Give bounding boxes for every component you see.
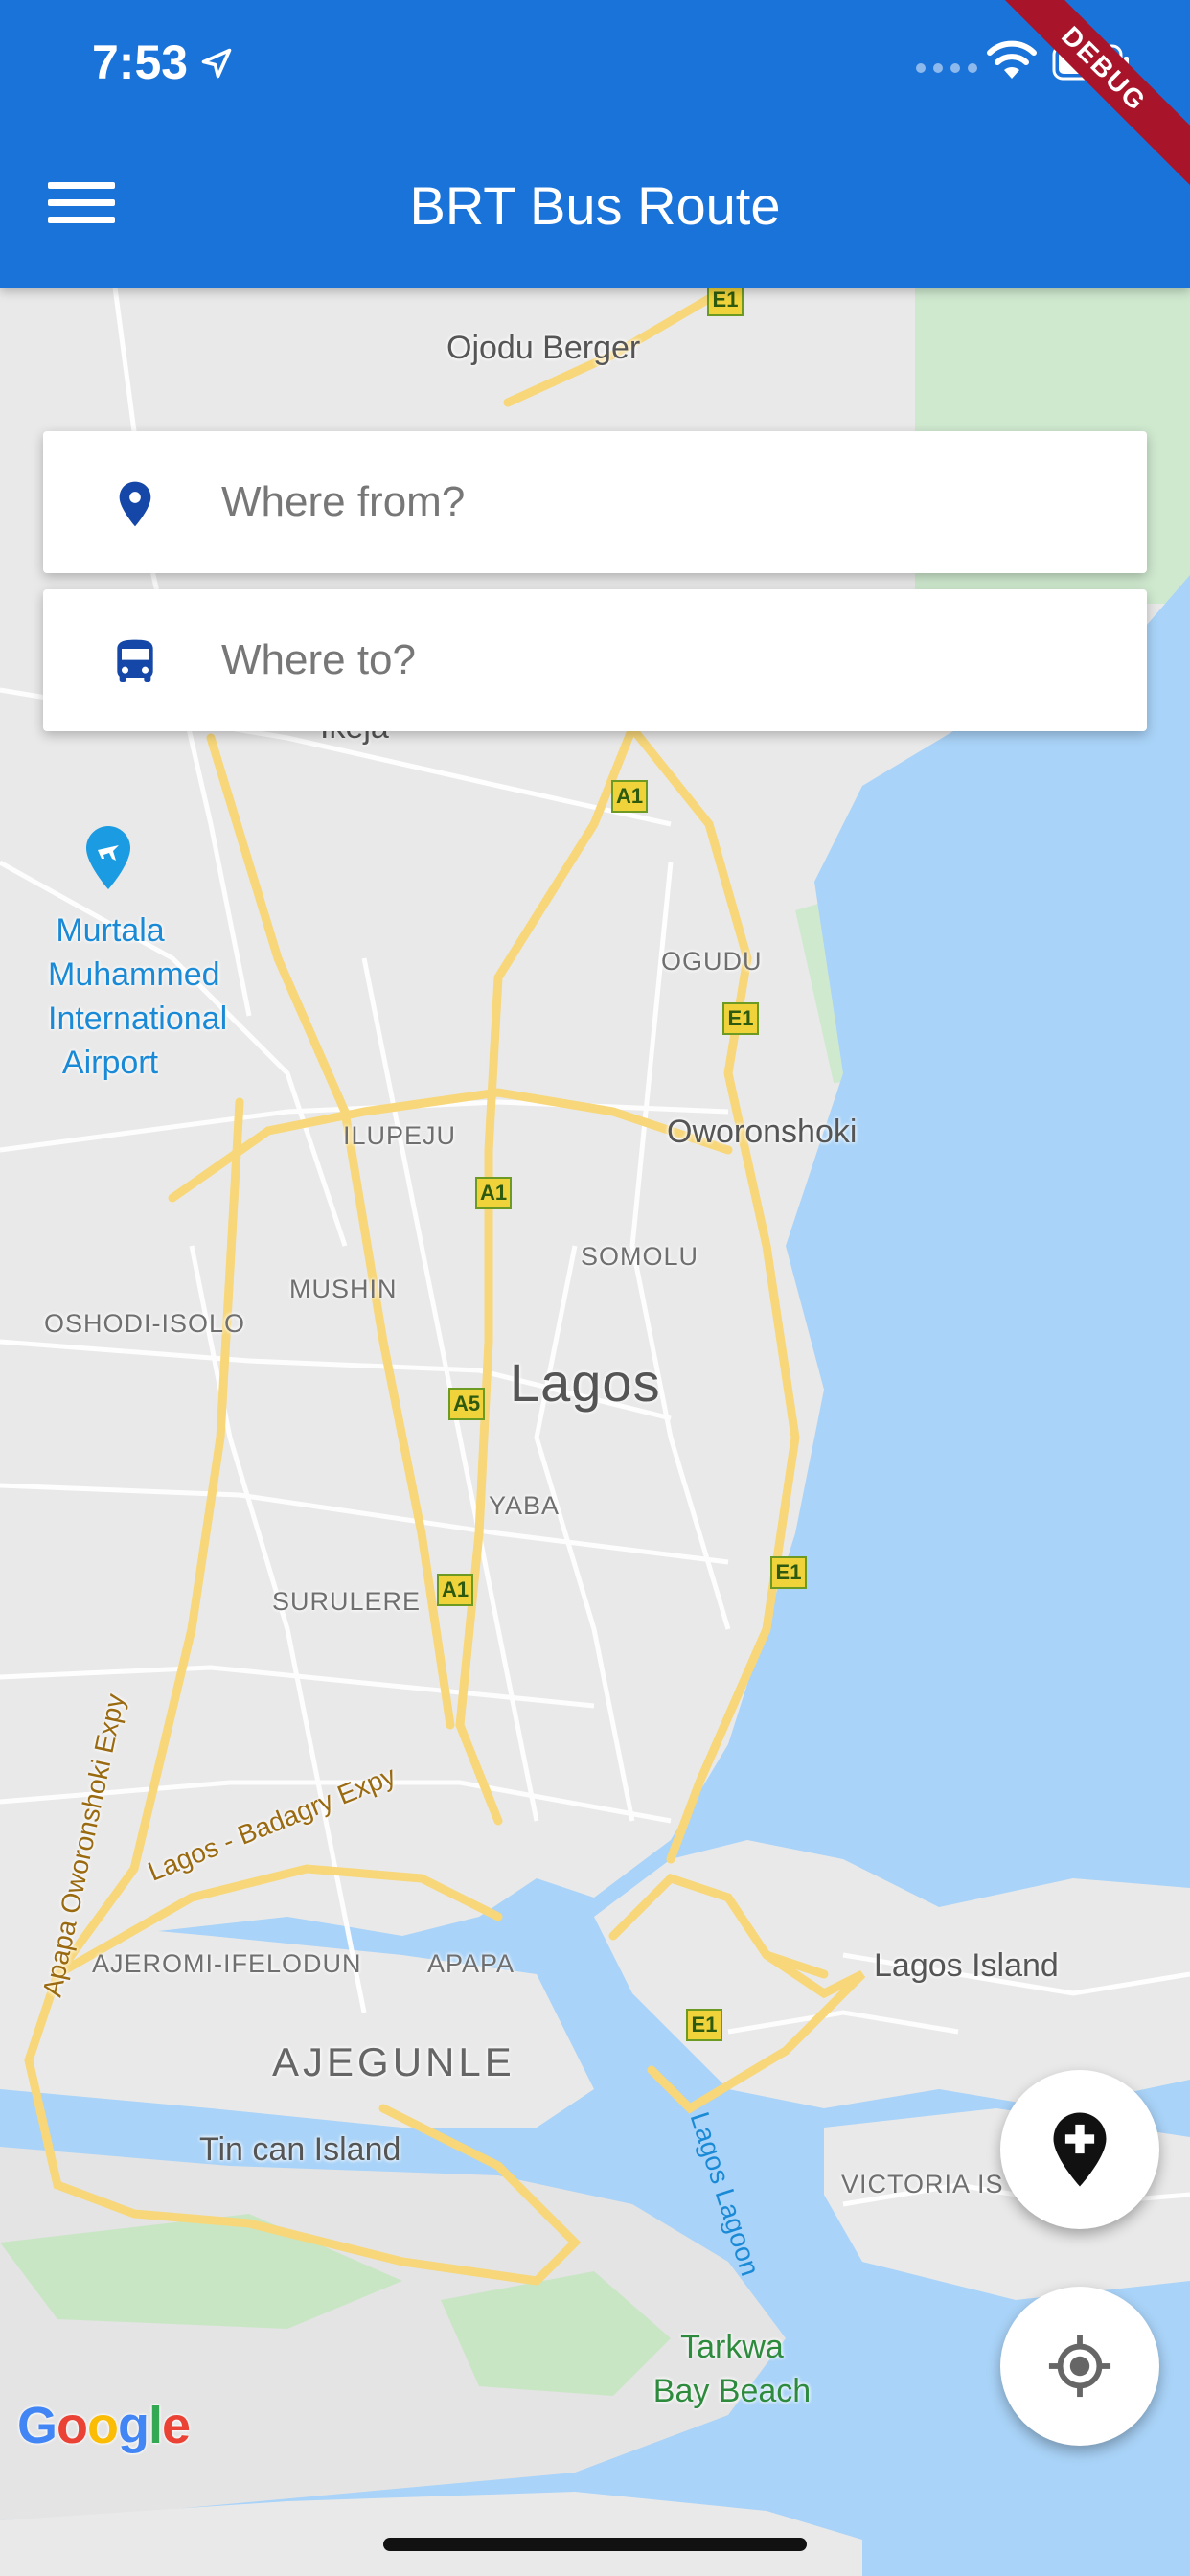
to-search-input[interactable] bbox=[219, 618, 1105, 702]
to-search-card[interactable] bbox=[43, 589, 1147, 731]
location-arrow-icon bbox=[201, 48, 232, 79]
map-label-somolu: SOMOLU bbox=[581, 1242, 699, 1271]
road-shield-e1: E1 bbox=[707, 284, 744, 316]
map-label-airport: Murtala Muhammed International Airport bbox=[48, 912, 228, 1081]
wifi-icon bbox=[987, 40, 1037, 79]
from-search-card[interactable] bbox=[43, 431, 1147, 573]
my-location-button[interactable] bbox=[1000, 2287, 1159, 2446]
map-label-tarkwa-bay-beach: Tarkwa Bay Beach bbox=[652, 2329, 812, 2409]
road-shield-a1: A1 bbox=[437, 1574, 473, 1606]
airport-pin-icon bbox=[86, 826, 130, 889]
status-time: 7:53 bbox=[92, 35, 189, 89]
home-indicator[interactable] bbox=[383, 2538, 807, 2551]
map-label-ajeromi-ifelodun: AJEROMI-IFELODUN bbox=[92, 1949, 362, 1978]
google-logo: Google bbox=[17, 2397, 191, 2454]
page-title: BRT Bus Route bbox=[409, 175, 781, 236]
map-label-mushin: MUSHIN bbox=[289, 1275, 398, 1303]
road-shield-a1: A1 bbox=[475, 1177, 512, 1209]
road-shield-a1: A1 bbox=[611, 780, 648, 813]
map-label-lagos-island: Lagos Island bbox=[874, 1947, 1059, 1984]
road-shield-e1: E1 bbox=[722, 1002, 759, 1035]
map-label-tin-can-island: Tin can Island bbox=[199, 2131, 401, 2168]
map-label-yaba: YABA bbox=[489, 1491, 561, 1520]
map-label-oshodi-isolo: OSHODI-ISOLO bbox=[44, 1309, 246, 1338]
map-label-surulere: SURULERE bbox=[272, 1587, 422, 1616]
app-bar: 7:53 DEBUG BRT Bus Route bbox=[0, 0, 1190, 288]
location-pin-icon bbox=[119, 481, 151, 527]
map-label-lagos: Lagos bbox=[510, 1352, 661, 1413]
from-search-input[interactable] bbox=[219, 460, 1105, 544]
add-location-button[interactable] bbox=[1000, 2070, 1159, 2229]
bus-icon bbox=[117, 639, 153, 682]
debug-banner: DEBUG bbox=[980, 0, 1190, 193]
road-shield-e1: E1 bbox=[770, 1556, 807, 1589]
map-label-ilupeju: ILUPEJU bbox=[343, 1121, 457, 1150]
map-label-ajegunle: AJEGUNLE bbox=[272, 2039, 515, 2084]
map-label-apapa: APAPA bbox=[427, 1949, 515, 1978]
road-shield-a5: A5 bbox=[448, 1388, 485, 1420]
add-location-icon bbox=[1053, 2112, 1107, 2187]
map-label-victoria-island: VICTORIA IS bbox=[841, 2170, 1004, 2198]
map-label-ojodu-berger: Ojodu Berger bbox=[446, 330, 641, 366]
map-label-ogudu: OGUDU bbox=[661, 947, 763, 976]
crosshair-icon bbox=[1048, 2334, 1111, 2398]
cellular-signal-icon bbox=[916, 63, 977, 73]
map-label-oworonshoki: Oworonshoki bbox=[667, 1114, 858, 1150]
road-shield-e1: E1 bbox=[686, 2009, 722, 2041]
